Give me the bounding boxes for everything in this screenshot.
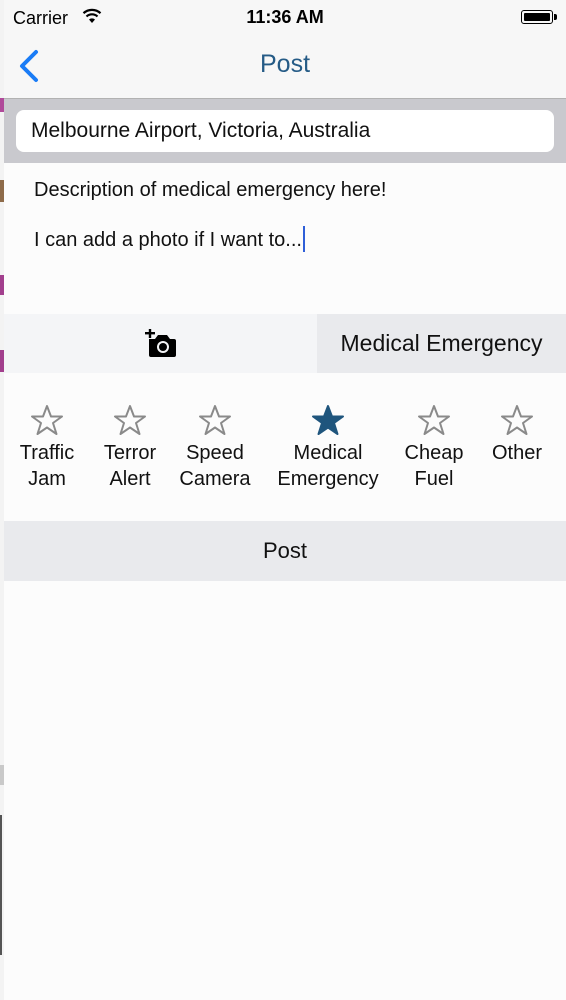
page-title: Post bbox=[259, 50, 311, 78]
location-field[interactable]: Melbourne Airport, Victoria, Australia bbox=[16, 110, 554, 152]
category-label: Speed Camera bbox=[179, 442, 251, 490]
category-label: Other bbox=[491, 442, 543, 464]
description-textview[interactable]: Description of medical emergency here! I… bbox=[34, 176, 554, 254]
post-screen: Carrier 11:36 AM Post Melbourne Airport,… bbox=[4, 0, 566, 1000]
description-line-text: I can add a photo if I want to... bbox=[34, 229, 302, 251]
description-line: I can add a photo if I want to... bbox=[34, 226, 554, 254]
star-outline-icon bbox=[418, 405, 450, 435]
category-label: Medical Emergency bbox=[277, 442, 379, 490]
star-outline-icon bbox=[501, 405, 533, 435]
navigation-bar: Post bbox=[4, 34, 566, 99]
text-caret bbox=[302, 226, 305, 252]
add-photo-icon bbox=[145, 329, 176, 357]
battery-icon bbox=[521, 10, 557, 24]
category-medical-emergency[interactable]: Medical Emergency bbox=[268, 404, 388, 492]
category-speed-camera[interactable]: Speed Camera bbox=[155, 404, 275, 492]
star-filled-icon bbox=[312, 405, 344, 435]
star-outline-icon bbox=[114, 405, 146, 435]
clock: 11:36 AM bbox=[246, 7, 324, 27]
category-other[interactable]: Other bbox=[457, 404, 566, 466]
add-photo-button[interactable] bbox=[4, 314, 317, 373]
description-line: Description of medical emergency here! bbox=[34, 179, 387, 201]
status-bar: Carrier 11:36 AM bbox=[4, 0, 566, 34]
star-outline-icon bbox=[31, 405, 63, 435]
star-outline-icon bbox=[199, 405, 231, 435]
media-row: Medical Emergency bbox=[4, 314, 566, 373]
location-bar: Melbourne Airport, Victoria, Australia bbox=[4, 99, 566, 163]
category-button[interactable]: Medical Emergency bbox=[317, 314, 566, 373]
post-button[interactable]: Post bbox=[4, 521, 566, 581]
